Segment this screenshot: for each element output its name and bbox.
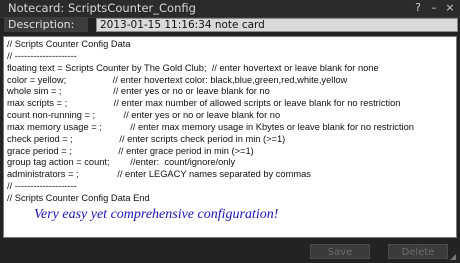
editor-line: max memory usage = ; // enter max memory… [7, 121, 414, 132]
minimize-icon[interactable]: – [428, 2, 440, 14]
notecard-text-editor[interactable]: // Scripts Counter Config Data // ------… [3, 36, 457, 238]
description-row: Description: 2013-01-15 11:16:34 note ca… [0, 17, 460, 33]
footer-bar: Save Delete ◢ [0, 240, 460, 263]
editor-lines: // Scripts Counter Config Data // ------… [7, 39, 455, 205]
close-icon[interactable]: × [444, 2, 456, 14]
editor-line: whole sim = ; // enter yes or no or leav… [7, 86, 270, 97]
notecard-window: Notecard: ScriptsCounter_Config ? – × De… [0, 0, 460, 263]
editor-line: floating text = Scripts Counter by The G… [7, 62, 379, 73]
editor-line: // -------------------- [7, 181, 77, 192]
editor-line: administrators = ; // enter LEGACY names… [7, 169, 311, 180]
editor-line: check period = ; // enter scripts check … [7, 133, 286, 144]
resize-grip-icon[interactable]: ◢ [450, 253, 458, 261]
title-bar[interactable]: Notecard: ScriptsCounter_Config ? – × [0, 0, 460, 18]
description-input[interactable]: 2013-01-15 11:16:34 note card [96, 18, 458, 32]
help-icon[interactable]: ? [412, 2, 424, 14]
editor-line: max scripts = ; // enter max number of a… [7, 98, 401, 109]
editor-line: count non-running = ; // enter yes or no… [7, 110, 281, 121]
promo-caption: Very easy yet comprehensive configuratio… [34, 207, 279, 222]
editor-line: // Scripts Counter Config Data [7, 39, 131, 49]
editor-line: color = yellow; // enter hovertext color… [7, 74, 348, 85]
editor-line: // Scripts Counter Config Data End [7, 192, 150, 203]
description-label: Description: [4, 17, 88, 32]
editor-line: // -------------------- [7, 50, 77, 61]
editor-line: group tag action = count; //enter: count… [7, 157, 236, 168]
editor-line: grace period = ; // enter grace period i… [7, 145, 254, 156]
save-button[interactable]: Save [310, 244, 370, 259]
window-title: Notecard: ScriptsCounter_Config [8, 1, 196, 15]
delete-button[interactable]: Delete [388, 244, 448, 259]
